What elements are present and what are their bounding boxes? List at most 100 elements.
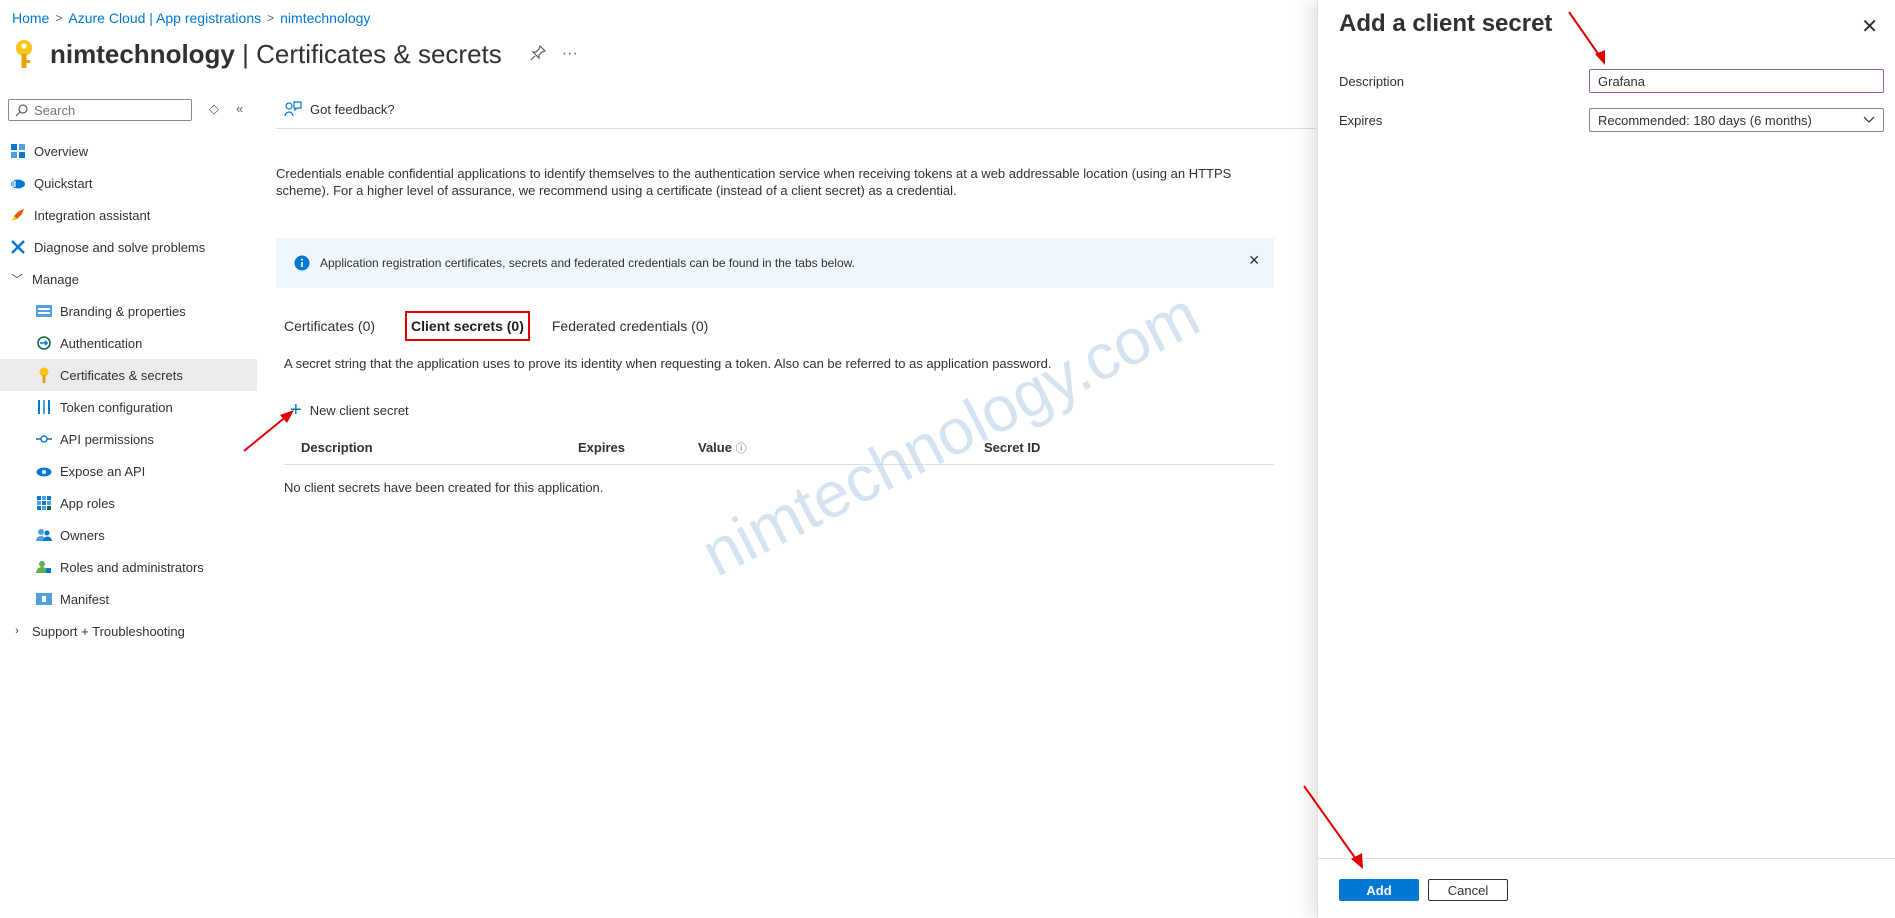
close-icon[interactable]: ✕ — [1861, 14, 1878, 39]
key-icon — [36, 367, 52, 383]
credential-tabs: Certificates (0) Client secrets (0) Fede… — [284, 311, 738, 341]
sidebar-item-api-permissions[interactable]: API permissions — [0, 423, 257, 455]
sidebar-item-authentication[interactable]: Authentication — [0, 327, 257, 359]
sidebar-item-quickstart[interactable]: Quickstart — [0, 167, 257, 199]
breadcrumb-app-registrations[interactable]: Azure Cloud | App registrations — [68, 10, 261, 26]
breadcrumb-app[interactable]: nimtechnology — [280, 10, 370, 26]
page-title: nimtechnology | Certificates & secrets — [50, 39, 502, 70]
new-client-secret-button[interactable]: + New client secret — [290, 399, 409, 421]
divider — [1318, 858, 1895, 859]
sidebar-item-expose-api[interactable]: Expose an API — [0, 455, 257, 487]
wrench-icon — [10, 239, 26, 255]
column-header: Description — [301, 440, 373, 455]
chevron-right-icon: › — [15, 625, 19, 637]
search-icon — [15, 103, 28, 116]
sidebar-item-label: Certificates & secrets — [60, 367, 183, 383]
breadcrumb: Home > Azure Cloud | App registrations >… — [12, 10, 370, 26]
sidebar-group-manage[interactable]: ﹀ Manage — [0, 263, 257, 295]
divider — [276, 128, 1316, 129]
column-header: Value ⓘ — [698, 440, 747, 456]
empty-state-message: No client secrets have been created for … — [284, 480, 604, 495]
title-separator: | — [242, 38, 249, 69]
info-icon[interactable]: ⓘ — [736, 443, 747, 455]
sidebar-item-label: Support + Troubleshooting — [32, 623, 185, 639]
tab-federated-credentials[interactable]: Federated credentials (0) — [552, 311, 716, 341]
chevron-down-icon: ﹀ — [11, 274, 23, 286]
page-header: nimtechnology | Certificates & secrets ·… — [12, 38, 578, 70]
owners-icon — [36, 527, 52, 543]
pin-icon[interactable] — [530, 45, 546, 61]
add-button[interactable]: Add — [1339, 879, 1419, 901]
info-banner: Application registration certificates, s… — [276, 238, 1274, 288]
sidebar-item-label: Branding & properties — [60, 303, 186, 319]
cloud-icon — [36, 463, 52, 479]
sidebar-item-label: Diagnose and solve problems — [34, 239, 206, 255]
app-roles-icon — [36, 495, 52, 511]
feedback-label: Got feedback? — [310, 101, 395, 117]
rocket-icon — [10, 207, 26, 223]
sidebar-item-roles-administrators[interactable]: Roles and administrators — [0, 551, 257, 583]
secrets-table-header: Description Expires Value ⓘ Secret ID — [284, 436, 1274, 465]
more-actions-icon[interactable]: ··· — [562, 45, 578, 63]
search-input[interactable] — [32, 101, 186, 119]
sidebar-item-label: App roles — [60, 495, 115, 511]
expires-selected-value: Recommended: 180 days (6 months) — [1598, 112, 1812, 128]
sidebar-item-label: Token configuration — [60, 399, 173, 415]
breadcrumb-separator: > — [55, 11, 63, 25]
tab-client-secrets[interactable]: Client secrets (0) — [405, 311, 530, 341]
secret-description: A secret string that the application use… — [284, 356, 1052, 371]
sidebar-item-label: Manage — [32, 271, 79, 287]
overview-icon — [10, 143, 26, 159]
add-client-secret-panel: Add a client secret ✕ Description Expire… — [1317, 0, 1895, 918]
tab-certificates[interactable]: Certificates (0) — [284, 311, 383, 341]
sidebar-item-owners[interactable]: Owners — [0, 519, 257, 551]
roles-icon — [36, 559, 52, 575]
token-icon — [36, 399, 52, 415]
breadcrumb-separator: > — [267, 11, 275, 25]
cancel-button[interactable]: Cancel — [1428, 879, 1508, 901]
manifest-icon — [36, 591, 52, 607]
authentication-icon — [36, 335, 52, 351]
sidebar-item-app-roles[interactable]: App roles — [0, 487, 257, 519]
watermark: nimtechnology.com — [690, 277, 1211, 591]
sidebar-item-label: Integration assistant — [34, 207, 151, 223]
description-label: Description — [1339, 74, 1405, 89]
close-icon[interactable]: ✕ — [1248, 252, 1260, 269]
chevron-down-icon — [1863, 116, 1875, 123]
info-message: Application registration certificates, s… — [320, 256, 855, 270]
sidebar-item-integration-assistant[interactable]: Integration assistant — [0, 199, 257, 231]
sidebar-item-certificates-secrets[interactable]: Certificates & secrets — [0, 359, 257, 391]
sidebar-search[interactable] — [8, 99, 192, 121]
key-icon — [16, 40, 32, 68]
plus-icon: + — [290, 399, 302, 421]
sidebar-item-label: Owners — [60, 527, 105, 543]
feedback-icon — [284, 101, 302, 117]
sidebar-item-label: Overview — [34, 143, 89, 159]
expires-select[interactable]: Recommended: 180 days (6 months) — [1589, 108, 1884, 132]
api-permissions-icon — [36, 431, 52, 447]
sidebar-item-token-configuration[interactable]: Token configuration — [0, 391, 257, 423]
column-header: Expires — [578, 440, 625, 455]
description-input[interactable] — [1589, 69, 1884, 93]
sort-toggle-icon[interactable]: ◇ — [209, 101, 219, 117]
column-header-label: Value — [698, 440, 732, 455]
sidebar-item-label: Quickstart — [34, 175, 93, 191]
collapse-sidebar-icon[interactable]: « — [236, 101, 243, 116]
new-client-secret-label: New client secret — [309, 402, 409, 418]
sidebar-item-branding[interactable]: Branding & properties — [0, 295, 257, 327]
sidebar-item-manifest[interactable]: Manifest — [0, 583, 257, 615]
sidebar-item-overview[interactable]: Overview — [0, 135, 257, 167]
sidebar-item-diagnose[interactable]: Diagnose and solve problems — [0, 231, 257, 263]
feedback-button[interactable]: Got feedback? — [284, 101, 395, 117]
sidebar-item-label: Manifest — [60, 591, 110, 607]
sidebar-item-label: Expose an API — [60, 463, 146, 479]
page-subtitle: Certificates & secrets — [256, 38, 502, 69]
cloud-icon — [10, 175, 26, 191]
info-icon — [294, 255, 310, 271]
sidebar-group-support[interactable]: › Support + Troubleshooting — [0, 615, 257, 647]
intro-text: Credentials enable confidential applicat… — [276, 166, 1232, 198]
sidebar-item-label: API permissions — [60, 431, 154, 447]
panel-title: Add a client secret — [1339, 10, 1553, 37]
sidebar-item-label: Roles and administrators — [60, 559, 204, 575]
breadcrumb-home[interactable]: Home — [12, 10, 49, 26]
